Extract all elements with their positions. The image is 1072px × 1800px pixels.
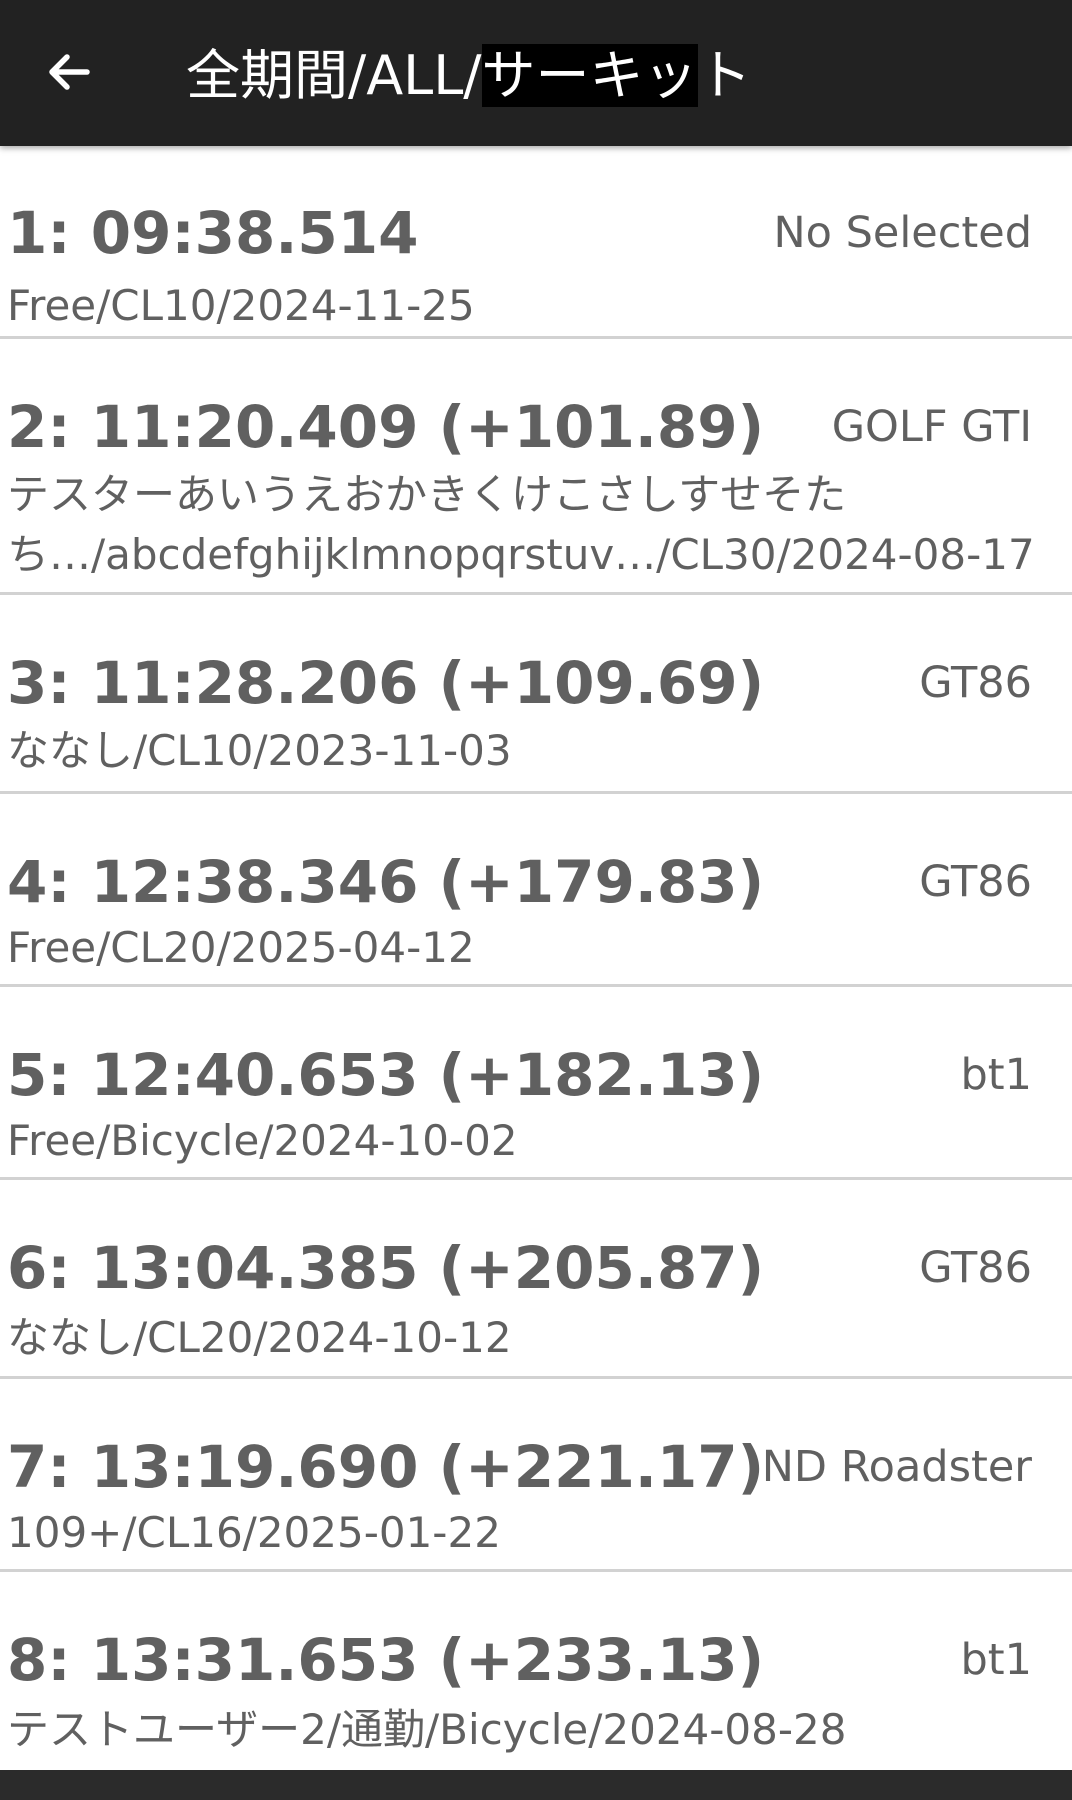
vehicle-name: GT86 xyxy=(919,1243,1032,1293)
record-detail: Free/Bicycle/2024-10-02 xyxy=(7,1116,518,1165)
record-detail: ななし/CL10/2023-11-03 xyxy=(7,726,512,775)
record-detail: ななし/CL20/2024-10-12 xyxy=(7,1313,512,1362)
vehicle-name: GOLF GTI xyxy=(831,402,1032,452)
vehicle-name: GT86 xyxy=(919,857,1032,907)
list-item[interactable]: 1: 09:38.514 No Selected Free/CL10/2024-… xyxy=(0,146,1072,339)
lap-time: 1: 09:38.514 xyxy=(7,199,419,267)
vehicle-name: GT86 xyxy=(919,658,1032,708)
vehicle-name: ND Roadster xyxy=(761,1442,1032,1492)
lap-time: 5: 12:40.653 (+182.13) xyxy=(7,1041,765,1109)
page-title: 全期間/ALL/サーキット xyxy=(186,38,752,114)
list-item[interactable]: 3: 11:28.206 (+109.69) GT86 ななし/CL10/202… xyxy=(0,595,1072,794)
record-detail: テストユーザー2/通勤/Bicycle/2024-08-28 xyxy=(7,1705,847,1754)
list-item[interactable]: 7: 13:19.690 (+221.17) ND Roadster 109+/… xyxy=(0,1379,1072,1572)
list-item[interactable]: 8: 13:31.653 (+233.13) bt1 テストユーザー2/通勤/B… xyxy=(0,1572,1072,1768)
vehicle-name: bt1 xyxy=(960,1050,1032,1100)
record-detail: テスターあいうえおかきくけこさしすせそたち…/abcdefghijklmnopq… xyxy=(7,470,1035,579)
list-item[interactable]: 6: 13:04.385 (+205.87) GT86 ななし/CL20/202… xyxy=(0,1180,1072,1379)
back-arrow-icon xyxy=(49,54,90,90)
list-item[interactable]: 2: 11:20.409 (+101.89) GOLF GTI テスターあいうえ… xyxy=(0,339,1072,595)
vehicle-name: bt1 xyxy=(960,1635,1032,1685)
lap-time: 4: 12:38.346 (+179.83) xyxy=(7,848,765,916)
title-prefix: 全期間/ALL/ xyxy=(186,44,482,107)
bottom-bar xyxy=(0,1770,1072,1800)
title-suffix: ト xyxy=(697,44,752,107)
lap-time: 8: 13:31.653 (+233.13) xyxy=(7,1626,765,1694)
lap-time: 2: 11:20.409 (+101.89) xyxy=(7,393,765,461)
record-detail: Free/CL10/2024-11-25 xyxy=(7,281,475,330)
app-bar: 全期間/ALL/サーキット xyxy=(0,0,1072,146)
list-item[interactable]: 5: 12:40.653 (+182.13) bt1 Free/Bicycle/… xyxy=(0,987,1072,1180)
back-button[interactable] xyxy=(38,41,100,103)
lap-time: 6: 13:04.385 (+205.87) xyxy=(7,1234,765,1302)
lap-time: 7: 13:19.690 (+221.17) xyxy=(7,1433,765,1501)
list-item[interactable]: 4: 12:38.346 (+179.83) GT86 Free/CL20/20… xyxy=(0,794,1072,987)
title-highlight: サーキッ xyxy=(481,44,698,107)
record-detail: Free/CL20/2025-04-12 xyxy=(7,923,475,972)
vehicle-name: No Selected xyxy=(773,208,1032,258)
lap-time: 3: 11:28.206 (+109.69) xyxy=(7,649,765,717)
record-detail: 109+/CL16/2025-01-22 xyxy=(7,1508,501,1557)
